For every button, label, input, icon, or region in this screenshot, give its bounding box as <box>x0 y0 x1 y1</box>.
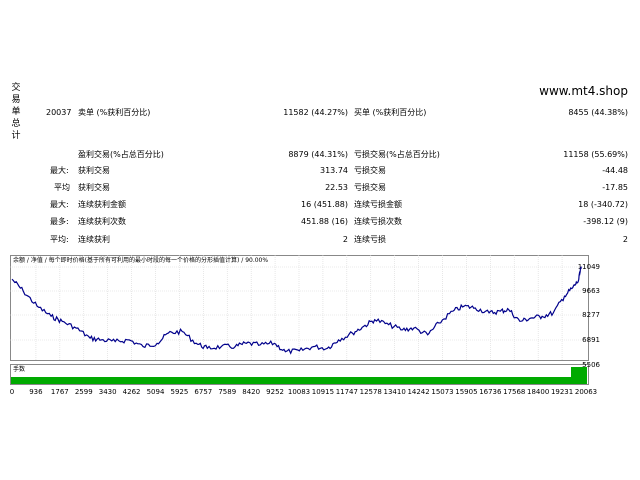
x-tick-label: 5094 <box>147 388 165 396</box>
x-tick-label: 13410 <box>384 388 406 396</box>
x-tick-label: 15905 <box>455 388 477 396</box>
x-tick-label: 7589 <box>218 388 236 396</box>
long-value: 8455 (44.38%) <box>568 108 628 117</box>
avg-consec-losses-label: 连续亏损 <box>354 235 386 244</box>
x-tick-label: 17568 <box>503 388 525 396</box>
short-label: 卖单 (%获利百分比) <box>78 108 151 117</box>
max-consec-losses-label: 连续亏损金额 <box>354 200 402 209</box>
largest-profit-label: 获利交易 <box>78 166 110 175</box>
x-tick-label: 4262 <box>123 388 141 396</box>
avg-consec-wins-value: 2 <box>342 235 348 244</box>
stats-row-average: 平均 获利交易 22.53 亏损交易 -17.85 <box>0 181 640 195</box>
volume-label: 手数 <box>13 365 25 373</box>
volume-bars <box>11 377 571 384</box>
x-tick-label: 19231 <box>551 388 573 396</box>
total-trades-value: 20037 <box>46 108 72 117</box>
stats-row-max-consecutive: 最大: 连续获利金额 16 (451.88) 连续亏损金额 18 (-340.7… <box>0 198 640 212</box>
short-value: 11582 (44.27%) <box>283 108 348 117</box>
largest-loss-label: 亏损交易 <box>354 166 386 175</box>
x-tick-label: 15073 <box>431 388 453 396</box>
y-tick-label: 6891 <box>582 336 600 344</box>
profit-trades-value: 8879 (44.31%) <box>288 150 348 159</box>
y-tick-label: 8277 <box>582 311 600 319</box>
largest-label: 最大: <box>50 166 69 175</box>
x-tick-label: 2599 <box>75 388 93 396</box>
x-tick-label: 20063 <box>575 388 597 396</box>
x-tick-label: 9252 <box>266 388 284 396</box>
x-tick-label: 936 <box>29 388 43 396</box>
stats-row-maximal-consecutive: 最多: 连续获利次数 451.88 (16) 连续亏损次数 -398.12 (9… <box>0 215 640 229</box>
loss-trades-value: 11158 (55.69%) <box>563 150 628 159</box>
chart-legend: 余额 / 净值 / 每个即时价格(基于所有可利用的最小时段的每一个价格的分形插值… <box>13 256 268 264</box>
avg-consec-label: 平均: <box>50 235 69 244</box>
loss-trades-label: 亏损交易(%占总百分比) <box>354 150 440 159</box>
chart-svg: 1104996638277689155060 936 1767 2599 3430 426… <box>10 255 601 396</box>
stats-row-largest: 最大: 获利交易 313.74 亏损交易 -44.48 <box>0 164 640 178</box>
x-tick-label: 16736 <box>479 388 502 396</box>
avg-consec-losses-value: 2 <box>622 235 628 244</box>
max-consec-wins-label: 连续获利金额 <box>78 200 126 209</box>
volume-bars-spike <box>571 367 587 384</box>
largest-loss-value: -44.48 <box>602 166 628 175</box>
long-label: 买单 (%获利百分比) <box>354 108 427 117</box>
x-tick-label: 8420 <box>242 388 260 396</box>
max-consec-wins-value: 16 (451.88) <box>301 200 348 209</box>
avg-consec-wins-label: 连续获利 <box>78 235 110 244</box>
x-tick-label: 10083 <box>288 388 310 396</box>
x-tick-label: 18400 <box>527 388 549 396</box>
average-label: 平均 <box>54 183 70 192</box>
average-profit-value: 22.53 <box>325 183 348 192</box>
x-tick-label: 12578 <box>360 388 382 396</box>
x-tick-label: 11747 <box>336 388 358 396</box>
x-tick-label: 1767 <box>51 388 69 396</box>
plot-frame <box>10 255 589 361</box>
maximal-consec-profit-label: 连续获利次数 <box>78 217 126 226</box>
maximal-consec-loss-value: -398.12 (9) <box>583 217 628 226</box>
stats-table: 20037 卖单 (%获利百分比) 11582 (44.27%) 买单 (%获利… <box>0 0 640 250</box>
stats-row-trades: 20037 卖单 (%获利百分比) 11582 (44.27%) 买单 (%获利… <box>0 106 640 120</box>
profit-trades-label: 盈利交易(%占总百分比) <box>78 150 164 159</box>
maximal-consec-loss-label: 连续亏损次数 <box>354 217 402 226</box>
x-tick-label: 14242 <box>407 388 429 396</box>
max-label: 最大: <box>50 200 69 209</box>
x-tick-label: 10915 <box>312 388 334 396</box>
maximal-label: 最多: <box>50 217 69 226</box>
stats-row-profit-loss: 盈利交易(%占总百分比) 8879 (44.31%) 亏损交易(%占总百分比) … <box>0 148 640 162</box>
average-profit-label: 获利交易 <box>78 183 110 192</box>
stats-row-average-consecutive: 平均: 连续获利 2 连续亏损 2 <box>0 233 640 247</box>
average-loss-value: -17.85 <box>602 183 628 192</box>
x-tick-label: 5925 <box>171 388 189 396</box>
x-tick-label: 6757 <box>194 388 212 396</box>
largest-profit-value: 313.74 <box>320 166 348 175</box>
equity-chart: 11049 9663 8277 6891 5506 0 936 1767 2599 3430 426… <box>10 253 602 399</box>
maximal-consec-profit-value: 451.88 (16) <box>301 217 348 226</box>
x-tick-label: 3430 <box>99 388 117 396</box>
max-consec-losses-value: 18 (-340.72) <box>578 200 628 209</box>
x-tick-label: 0 <box>10 388 14 396</box>
average-loss-label: 亏损交易 <box>354 183 386 192</box>
y-tick-label: 9663 <box>582 287 600 295</box>
